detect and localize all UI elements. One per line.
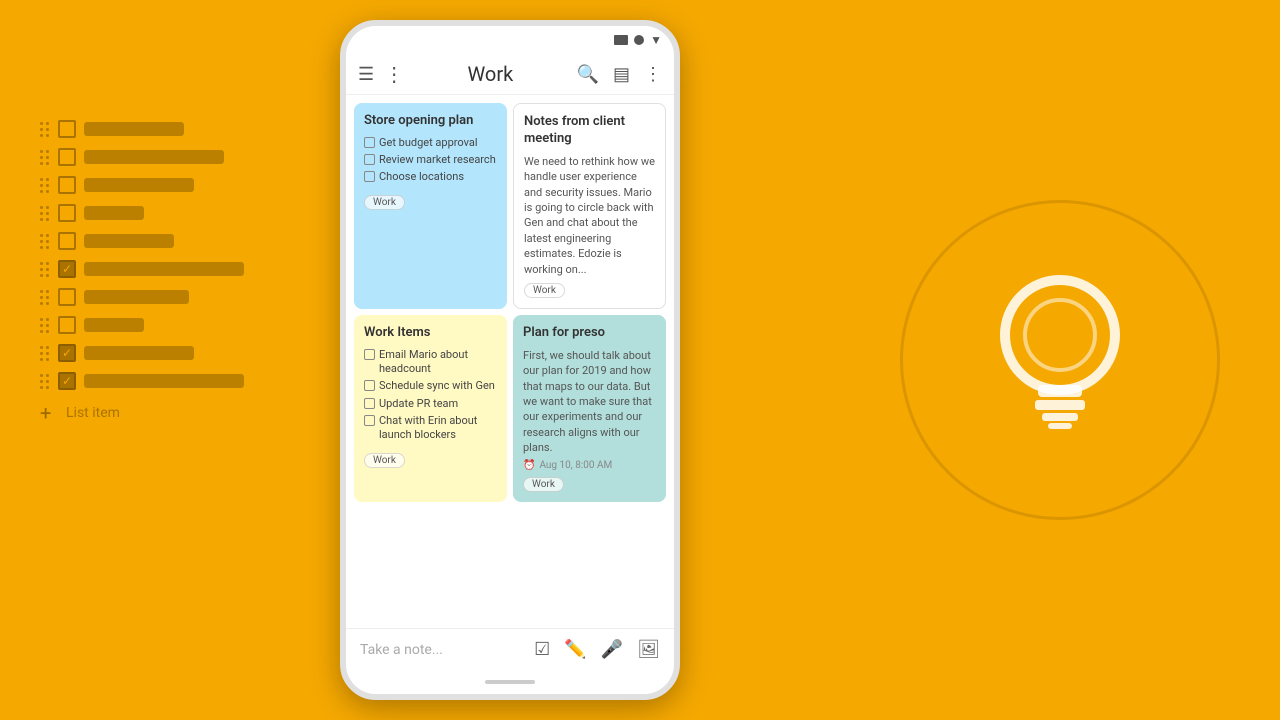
task-checkbox[interactable]: [58, 372, 76, 390]
task-row: [40, 372, 244, 390]
drag-handle-icon[interactable]: [40, 150, 50, 165]
task-bar: [84, 290, 189, 304]
note-plan-preso-title: Plan for preso: [523, 325, 656, 342]
view-toggle-icon[interactable]: ▤: [613, 64, 630, 85]
task-bar: [84, 206, 144, 220]
note-plan-preso-label: Work: [523, 477, 564, 492]
task-checkbox[interactable]: [58, 344, 76, 362]
search-icon[interactable]: 🔍: [577, 64, 599, 85]
left-task-panel: + List item: [40, 120, 244, 422]
note-work-items-checklist: Email Mario about headcount Schedule syn…: [364, 348, 497, 443]
clock-icon: ⏰: [523, 460, 535, 471]
drag-handle-icon[interactable]: [40, 206, 50, 221]
app-title: Work: [467, 62, 513, 86]
note-work-items[interactable]: Work Items Email Mario about headcount S…: [354, 315, 507, 502]
drag-handle-icon[interactable]: [40, 234, 50, 249]
task-checkbox[interactable]: [58, 232, 76, 250]
task-row: [40, 260, 244, 278]
task-row: [40, 176, 244, 194]
task-bar: [84, 150, 224, 164]
task-checkbox[interactable]: [58, 120, 76, 138]
task-row: [40, 120, 244, 138]
note-client-meeting-title: Notes from client meeting: [524, 114, 655, 148]
phone-mockup: ▼ ☰ ⋮ Work 🔍 ▤ ⋮ Store opening plan Get …: [340, 20, 680, 700]
draw-icon[interactable]: ✏️: [564, 639, 586, 660]
signal-icon: [634, 35, 644, 45]
drag-handle-icon[interactable]: [40, 374, 50, 389]
task-checkbox[interactable]: [58, 148, 76, 166]
phone-home-bar: [346, 670, 674, 694]
drag-handle-icon[interactable]: [40, 346, 50, 361]
overflow-menu-icon[interactable]: ⋮: [644, 64, 662, 85]
note-plan-preso[interactable]: Plan for preso First, we should talk abo…: [513, 315, 666, 502]
home-indicator: [485, 680, 535, 684]
drag-handle-icon[interactable]: [40, 122, 50, 137]
lightbulb-svg: [980, 260, 1140, 460]
drag-handle-icon[interactable]: [40, 290, 50, 305]
phone-shell: ▼ ☰ ⋮ Work 🔍 ▤ ⋮ Store opening plan Get …: [340, 20, 680, 700]
task-row: [40, 148, 244, 166]
note-work-items-title: Work Items: [364, 325, 497, 342]
phone-status-bar: ▼: [346, 26, 674, 54]
menu-icon[interactable]: ☰: [358, 64, 374, 85]
right-lightbulb-panel: [900, 200, 1220, 520]
timestamp-text: Aug 10, 8:00 AM: [539, 460, 612, 471]
task-row: [40, 232, 244, 250]
note-client-meeting[interactable]: Notes from client meeting We need to ret…: [513, 103, 666, 309]
add-list-item-label: List item: [66, 405, 120, 421]
task-bar: [84, 374, 244, 388]
note-plan-preso-timestamp: ⏰ Aug 10, 8:00 AM: [523, 460, 656, 471]
note-store-plan-label: Work: [364, 195, 405, 210]
note-input-actions: ☑ ✏️ 🎤 🖼: [534, 639, 660, 660]
note-store-plan-checklist: Get budget approval Review market resear…: [364, 136, 497, 185]
signal-arrow-icon: ▼: [650, 33, 662, 47]
note-store-plan[interactable]: Store opening plan Get budget approval R…: [354, 103, 507, 309]
drag-handle-icon[interactable]: [40, 178, 50, 193]
task-bar: [84, 262, 244, 276]
task-row: [40, 288, 244, 306]
take-note-placeholder[interactable]: Take a note...: [360, 642, 534, 658]
task-bar: [84, 318, 144, 332]
task-checkbox[interactable]: [58, 176, 76, 194]
take-note-bar[interactable]: Take a note... ☑ ✏️ 🎤 🖼: [346, 628, 674, 670]
header-more-icon[interactable]: ⋮: [384, 62, 404, 86]
drag-handle-icon[interactable]: [40, 262, 50, 277]
task-bar: [84, 178, 194, 192]
task-row: [40, 344, 244, 362]
note-plan-preso-body: First, we should talk about our plan for…: [523, 348, 656, 456]
task-checkbox[interactable]: [58, 288, 76, 306]
task-checkbox[interactable]: [58, 204, 76, 222]
image-icon[interactable]: 🖼: [637, 639, 660, 660]
mic-icon[interactable]: 🎤: [601, 639, 623, 660]
battery-icon: [614, 35, 628, 45]
checklist-add-icon[interactable]: ☑: [534, 639, 550, 660]
task-bar: [84, 346, 194, 360]
drag-handle-icon[interactable]: [40, 318, 50, 333]
task-bar: [84, 234, 174, 248]
note-work-items-label: Work: [364, 453, 405, 468]
task-checkbox[interactable]: [58, 316, 76, 334]
circle-background: [900, 200, 1220, 520]
add-list-item-row[interactable]: + List item: [40, 404, 244, 422]
note-client-meeting-label: Work: [524, 283, 565, 298]
task-row: [40, 204, 244, 222]
notes-grid: Store opening plan Get budget approval R…: [346, 95, 674, 628]
add-icon[interactable]: +: [40, 404, 58, 422]
task-checkbox[interactable]: [58, 260, 76, 278]
note-client-meeting-body: We need to rethink how we handle user ex…: [524, 154, 655, 277]
task-row: [40, 316, 244, 334]
note-store-plan-title: Store opening plan: [364, 113, 497, 130]
app-header: ☰ ⋮ Work 🔍 ▤ ⋮: [346, 54, 674, 95]
task-bar: [84, 122, 184, 136]
